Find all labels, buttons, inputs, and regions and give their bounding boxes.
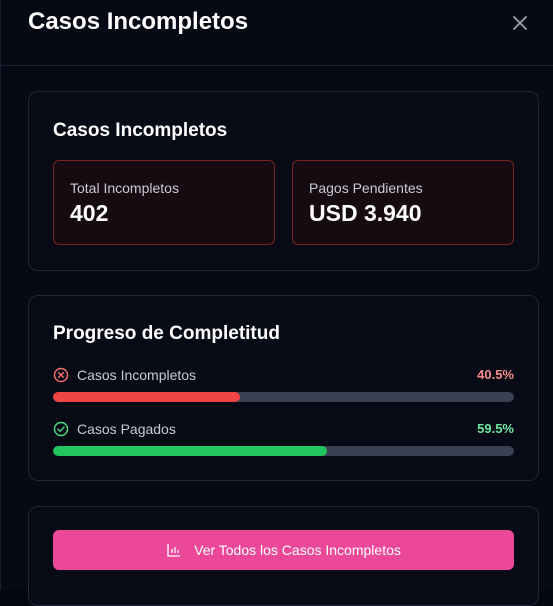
stat-total-incomplete: Total Incompletos 402 xyxy=(53,160,275,245)
stat-label: Pagos Pendientes xyxy=(309,180,423,196)
close-button[interactable] xyxy=(509,12,531,34)
progress-label: Casos Pagados xyxy=(77,421,176,437)
progress-label: Casos Incompletos xyxy=(77,367,197,383)
modal-header: Casos Incompletos xyxy=(1,0,553,66)
progress-track xyxy=(53,446,514,456)
progress-fill xyxy=(53,392,240,402)
check-circle-icon xyxy=(53,421,69,437)
progress-item-incomplete: Casos Incompletos 40.5% xyxy=(53,366,514,402)
progress-track xyxy=(53,392,514,402)
stat-value: USD 3.940 xyxy=(309,200,422,226)
progress-percent: 40.5% xyxy=(477,367,514,382)
incomplete-cases-modal: Casos Incompletos Casos Incompletos Tota… xyxy=(0,0,553,606)
modal-title: Casos Incompletos xyxy=(28,8,249,35)
stat-value: 402 xyxy=(70,200,109,226)
summary-card: Casos Incompletos Total Incompletos 402 … xyxy=(28,91,539,271)
progress-fill xyxy=(53,446,328,456)
summary-title: Casos Incompletos xyxy=(53,120,228,141)
view-all-label: Ver Todos los Casos Incompletos xyxy=(194,542,401,558)
progress-title: Progreso de Completitud xyxy=(53,323,280,344)
x-circle-icon xyxy=(53,367,69,383)
stat-label: Total Incompletos xyxy=(70,180,179,196)
stat-pending-payments: Pagos Pendientes USD 3.940 xyxy=(292,160,514,245)
bar-chart-icon xyxy=(167,544,181,557)
actions-card: Ver Todos los Casos Incompletos xyxy=(28,506,539,606)
close-icon xyxy=(513,16,527,30)
progress-percent: 59.5% xyxy=(477,421,514,436)
progress-item-paid: Casos Pagados 59.5% xyxy=(53,420,514,456)
progress-card: Progreso de Completitud Casos Incompleto… xyxy=(28,295,539,481)
view-all-incomplete-button[interactable]: Ver Todos los Casos Incompletos xyxy=(53,530,514,570)
